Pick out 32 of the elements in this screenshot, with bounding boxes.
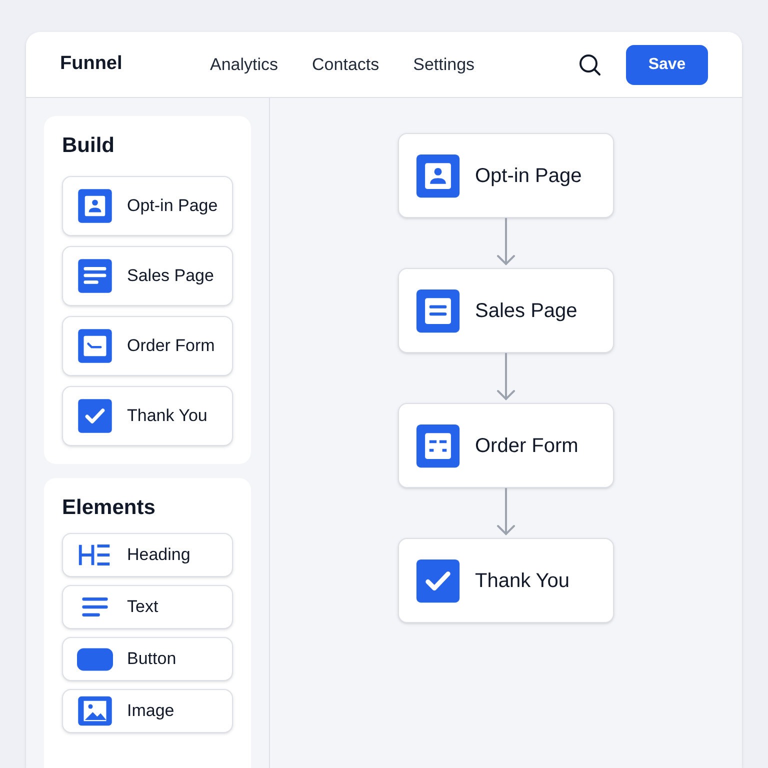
arrow — [497, 353, 515, 400]
panel-title: Elements — [62, 494, 156, 520]
person-card-icon — [77, 188, 113, 224]
palette-item[interactable]: Text — [62, 585, 233, 629]
document-lines-icon — [415, 288, 461, 334]
panel-title: Build — [62, 133, 116, 159]
palette-item[interactable]: Image — [62, 689, 233, 733]
palette-item[interactable]: Order Form — [62, 316, 233, 376]
palette-item[interactable]: Heading — [62, 533, 233, 577]
save-button[interactable]: Save — [626, 44, 708, 84]
palette-item[interactable]: Opt-in Page — [62, 176, 233, 236]
document-lines-icon — [77, 258, 113, 294]
flow-node[interactable]: Opt-in Page — [398, 133, 614, 218]
rounded-button-icon — [77, 648, 113, 670]
form-icon — [77, 328, 113, 364]
flow-node[interactable]: Thank You — [398, 538, 614, 623]
checkmark-icon — [415, 558, 461, 604]
search-icon[interactable] — [578, 52, 602, 76]
person-card-icon — [415, 152, 461, 198]
arrow — [497, 488, 515, 536]
palette-item[interactable]: Sales Page — [62, 246, 233, 306]
flow-node[interactable]: Order Form — [398, 403, 614, 488]
palette-item[interactable]: Button — [62, 637, 233, 681]
flow-node[interactable]: Sales Page — [398, 268, 614, 353]
nav-link[interactable]: Settings — [413, 52, 475, 78]
nav-link[interactable]: Analytics — [210, 52, 278, 78]
arrow — [497, 218, 515, 266]
logo: Funnel — [60, 52, 124, 76]
checkmark-icon — [77, 398, 113, 434]
form-icon — [415, 422, 461, 468]
palette-item[interactable]: Thank You — [62, 386, 233, 446]
nav-link[interactable]: Contacts — [312, 52, 380, 78]
